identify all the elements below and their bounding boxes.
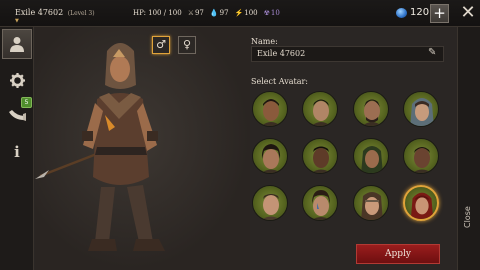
avatar-option[interactable] [353,91,389,127]
player-flag-icon: ▼ [15,18,19,24]
hp-stat: HP: 100 / 100 [133,9,182,17]
avatar-portrait [311,146,331,173]
avatar-portrait [410,192,434,219]
water-stat: 💧97 [209,9,229,17]
avatar-portrait [311,99,331,126]
character-model[interactable] [35,27,250,270]
stats-bar: HP: 100 / 100 ⚔97 💧97 ⚡100 ☢10 [133,9,280,17]
avatar-portrait [362,99,382,126]
male-gender-button[interactable]: ♂ [152,36,170,54]
energy-stat: ⚡100 [234,9,258,17]
avatar-portrait [410,98,434,126]
select-avatar-label: Select Avatar: [251,77,308,86]
gem-counter: 120 [396,7,429,18]
player-level: (Level 3) [67,10,95,17]
pencil-icon[interactable]: ✎ [428,47,436,58]
add-gems-button[interactable]: + [430,4,449,23]
player-name-text: Exile 47602 [15,8,64,17]
close-button[interactable]: ✕ [456,1,480,25]
sidebar-item-horn[interactable]: 5 [2,97,32,130]
avatar-option[interactable] [302,138,338,174]
avatar-portrait [261,194,281,220]
gear-icon [9,72,25,88]
person-icon [10,37,24,52]
sidebar-item-character[interactable] [2,29,32,59]
female-gender-button[interactable]: ♀ [178,36,196,54]
gem-icon [396,7,407,18]
avatar-portrait [361,146,383,173]
avatar-portrait [261,99,281,126]
sidebar: 5 i [0,27,34,270]
avatar-option-selected[interactable] [403,185,439,221]
avatar-portrait [261,144,281,173]
avatar-portrait [311,190,331,220]
sidebar-item-settings[interactable] [2,65,32,95]
avatar-option[interactable] [302,91,338,127]
avatar-option[interactable] [252,138,288,174]
gem-amount: 120 [410,7,430,18]
avatar-option[interactable] [302,185,338,221]
info-icon: i [14,143,20,161]
avatar-portrait [412,147,432,173]
close-tab[interactable] [457,27,480,270]
apply-button[interactable]: Apply [356,244,440,264]
name-label: Name: [251,37,278,46]
avatar-option[interactable] [353,138,389,174]
avatar-portrait [361,192,383,220]
avatar-option[interactable] [252,185,288,221]
avatar-option[interactable] [403,138,439,174]
swords-icon: ⚔ [187,9,194,17]
notification-badge: 5 [21,97,32,108]
close-tab-label[interactable]: Close [463,206,472,228]
lightning-icon: ⚡ [234,9,244,17]
attack-stat: ⚔97 [187,9,204,17]
top-bar: Exile 47602 (Level 3) ▼ HP: 100 / 100 ⚔9… [0,0,480,27]
avatar-option[interactable] [252,91,288,127]
player-name: Exile 47602 (Level 3) [15,8,95,17]
radiation-icon: ☢ [263,9,270,17]
radiation-stat: ☢10 [263,9,280,17]
avatar-option[interactable] [403,91,439,127]
horn-icon [9,110,26,121]
avatar-option[interactable] [353,185,389,221]
name-input[interactable]: Exile 47602 [251,46,444,62]
water-drop-icon: 💧 [209,9,219,17]
character-preview-panel: ♂ ♀ [35,27,250,270]
sidebar-item-info[interactable]: i [2,137,32,167]
